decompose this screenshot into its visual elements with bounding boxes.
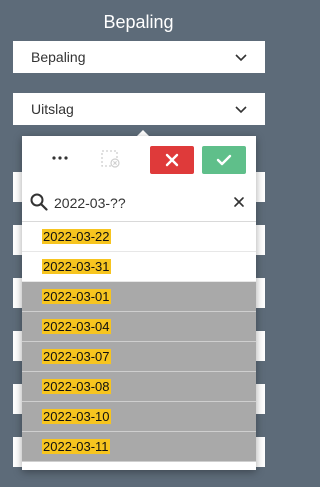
list-item[interactable]: 2022-03-11 (22, 432, 256, 462)
result-select-value: Uitslag (31, 101, 74, 117)
search-icon (30, 193, 48, 211)
list-item[interactable]: 2022-03-31 (22, 252, 256, 282)
search-input[interactable] (52, 190, 226, 216)
list-item[interactable]: 2022-03-10 (22, 402, 256, 432)
value-list: 2022-03-22 2022-03-31 2022-03-01 2022-03… (22, 222, 256, 462)
confirm-button[interactable] (202, 146, 246, 174)
popup-toolbar (22, 136, 256, 184)
panel-title: Bepaling (103, 12, 174, 32)
chevron-down-icon (235, 103, 247, 115)
filter-popup: 2022-03-22 2022-03-31 2022-03-01 2022-03… (22, 136, 256, 470)
field-select-value: Bepaling (31, 49, 86, 65)
field-select-dropdown[interactable]: Bepaling (13, 41, 265, 73)
list-item-label: 2022-03-01 (42, 289, 111, 304)
list-item-label: 2022-03-10 (42, 409, 111, 424)
list-item[interactable]: 2022-03-01 (22, 282, 256, 312)
check-icon (216, 154, 232, 166)
clear-selection-icon[interactable] (100, 148, 122, 170)
list-item-label: 2022-03-11 (42, 439, 110, 454)
list-item-label: 2022-03-04 (42, 319, 111, 334)
list-item-label: 2022-03-08 (42, 379, 111, 394)
list-item[interactable]: 2022-03-22 (22, 222, 256, 252)
result-select-dropdown[interactable]: Uitslag (13, 93, 265, 125)
chevron-down-icon (235, 51, 247, 63)
search-bar (22, 184, 256, 222)
list-item-label: 2022-03-07 (42, 349, 111, 364)
list-item[interactable]: 2022-03-04 (22, 312, 256, 342)
list-item-label: 2022-03-22 (42, 229, 111, 244)
close-icon (165, 153, 179, 167)
close-icon[interactable] (232, 195, 246, 209)
list-item[interactable]: 2022-03-07 (22, 342, 256, 372)
list-item[interactable]: 2022-03-08 (22, 372, 256, 402)
cancel-button[interactable] (150, 146, 194, 174)
ellipsis-icon[interactable] (48, 146, 72, 170)
list-item-label: 2022-03-31 (42, 259, 111, 274)
